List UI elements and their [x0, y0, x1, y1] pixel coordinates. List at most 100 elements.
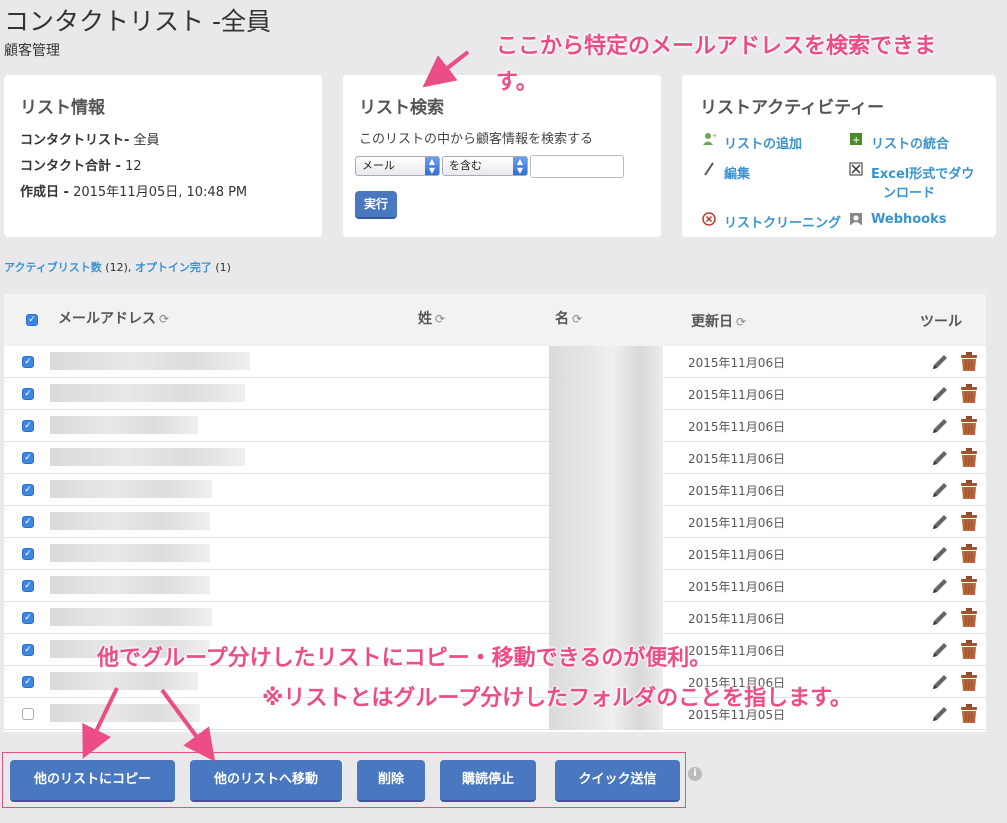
list-cleaning-link[interactable]: リストクリーニング	[724, 212, 841, 231]
edit-pencil-icon[interactable]	[930, 672, 950, 692]
updated-date-cell: 2015年11月06日	[688, 356, 786, 370]
edit-pencil-icon[interactable]	[930, 640, 950, 660]
merge-list-link[interactable]: リストの統合	[871, 133, 949, 152]
header-first-name[interactable]: 名 ⟳	[555, 308, 582, 328]
name-cell-redacted	[549, 506, 663, 538]
edit-pencil-icon[interactable]	[930, 544, 950, 564]
table-row: ✓ 2015年11月06日	[4, 602, 986, 634]
row-checkbox[interactable]: ✓	[22, 676, 34, 688]
edit-pencil-icon[interactable]	[930, 448, 950, 468]
add-user-icon: +	[703, 132, 716, 145]
updated-date-cell: 2015年11月06日	[688, 452, 786, 466]
trash-icon[interactable]	[960, 384, 978, 404]
trash-icon[interactable]	[960, 352, 978, 372]
list-summary: アクティブリスト数 (12), オプトイン完了 (1)	[4, 259, 231, 275]
row-checkbox[interactable]: ✓	[22, 516, 34, 528]
search-input[interactable]	[530, 155, 624, 178]
search-field-select[interactable]: メール ▲ ▼	[355, 156, 440, 176]
header-email-label: メールアドレス	[58, 311, 156, 327]
edit-pencil-icon	[704, 162, 714, 176]
row-checkbox[interactable]: ✓	[22, 612, 34, 624]
unsubscribe-button[interactable]: 購読停止	[440, 760, 536, 802]
trash-icon[interactable]	[960, 608, 978, 628]
search-exec-button[interactable]: 実行	[355, 191, 397, 219]
updated-date-cell: 2015年11月06日	[688, 580, 786, 594]
trash-icon[interactable]	[960, 576, 978, 596]
merge-icon: +	[850, 133, 862, 146]
row-checkbox[interactable]: ✓	[22, 452, 34, 464]
info-icon[interactable]: i	[688, 767, 702, 781]
webhooks-link[interactable]: Webhooks	[871, 212, 947, 227]
email-cell-redacted	[50, 480, 212, 498]
quick-send-button[interactable]: クイック送信	[555, 760, 680, 802]
row-checkbox[interactable]: ✓	[22, 356, 34, 368]
row-checkbox[interactable]: ✓	[22, 420, 34, 432]
trash-icon[interactable]	[960, 704, 978, 724]
optin-link[interactable]: オプトイン完了	[135, 261, 212, 274]
created-value: 2015年11月05日, 10:48 PM	[73, 185, 248, 200]
email-cell-redacted	[50, 352, 250, 370]
select-all-checkbox[interactable]: ✓	[26, 314, 38, 326]
email-cell-redacted	[50, 704, 200, 722]
row-checkbox[interactable]	[22, 708, 34, 720]
sort-icon: ⟳	[159, 312, 170, 326]
header-last-name[interactable]: 姓 ⟳	[418, 308, 445, 328]
header-email[interactable]: メールアドレス ⟳	[58, 308, 169, 328]
active-list-link[interactable]: アクティブリスト数	[4, 261, 102, 274]
add-list-link[interactable]: リストの追加	[724, 133, 802, 152]
trash-icon[interactable]	[960, 448, 978, 468]
edit-pencil-icon[interactable]	[930, 576, 950, 596]
table-row: ✓ 2015年11月06日	[4, 442, 986, 474]
edit-pencil-icon[interactable]	[930, 352, 950, 372]
row-checkbox[interactable]: ✓	[22, 580, 34, 592]
name-cell-redacted	[549, 346, 663, 378]
copy-to-list-button[interactable]: 他のリストにコピー	[10, 760, 175, 802]
table-row: ✓ 2015年11月06日	[4, 538, 986, 570]
header-updated[interactable]: 更新日 ⟳	[691, 311, 746, 331]
edit-pencil-icon[interactable]	[930, 416, 950, 436]
list-activity-heading: リストアクティビティー	[700, 98, 885, 118]
edit-pencil-icon[interactable]	[930, 480, 950, 500]
excel-download-link-line2[interactable]: ンロード	[883, 182, 935, 201]
contact-total-row: コンタクト合計 - 12	[20, 155, 142, 174]
select-arrows-icon: ▲ ▼	[425, 157, 439, 175]
edit-pencil-icon[interactable]	[930, 384, 950, 404]
row-checkbox[interactable]: ✓	[22, 484, 34, 496]
cleaning-icon	[702, 212, 716, 226]
annotation-search-line2: す。	[496, 70, 538, 95]
list-info-card: リスト情報 コンタクトリスト- 全員 コンタクト合計 - 12 作成日 - 20…	[4, 75, 322, 237]
trash-icon[interactable]	[960, 416, 978, 436]
trash-icon[interactable]	[960, 544, 978, 564]
email-cell-redacted	[50, 384, 245, 402]
trash-icon[interactable]	[960, 512, 978, 532]
name-cell-redacted	[549, 570, 663, 602]
excel-download-link-line1[interactable]: Excel形式でダウ	[871, 163, 974, 182]
edit-link[interactable]: 編集	[724, 163, 750, 182]
move-to-list-button[interactable]: 他のリストへ移動	[190, 760, 342, 802]
table-row: ✓ 2015年11月06日	[4, 474, 986, 506]
row-checkbox[interactable]: ✓	[22, 388, 34, 400]
row-checkbox[interactable]: ✓	[22, 548, 34, 560]
edit-pencil-icon[interactable]	[930, 608, 950, 628]
table-row: ✓ 2015年11月06日	[4, 506, 986, 538]
list-activity-card: リストアクティビティー + リストの追加 + リストの統合 編集 Excel形式…	[682, 75, 996, 237]
trash-icon[interactable]	[960, 672, 978, 692]
table-row: ✓ 2015年11月06日	[4, 410, 986, 442]
delete-button[interactable]: 削除	[357, 760, 425, 802]
list-name-label: コンタクトリスト-	[20, 133, 130, 148]
email-cell-redacted	[50, 448, 245, 466]
email-cell-redacted	[50, 672, 198, 690]
contact-total-value: 12	[125, 159, 142, 174]
name-cell-redacted	[549, 538, 663, 570]
header-tools: ツール	[920, 314, 962, 330]
search-operator-select[interactable]: を含む ▲ ▼	[442, 156, 528, 176]
row-checkbox[interactable]: ✓	[22, 644, 34, 656]
edit-pencil-icon[interactable]	[930, 704, 950, 724]
annotation-search-line1: ここから特定のメールアドレスを検索できま	[496, 34, 937, 59]
trash-icon[interactable]	[960, 480, 978, 500]
svg-text:+: +	[712, 132, 716, 140]
updated-date-cell: 2015年11月06日	[688, 484, 786, 498]
updated-date-cell: 2015年11月06日	[688, 388, 786, 402]
edit-pencil-icon[interactable]	[930, 512, 950, 532]
trash-icon[interactable]	[960, 640, 978, 660]
